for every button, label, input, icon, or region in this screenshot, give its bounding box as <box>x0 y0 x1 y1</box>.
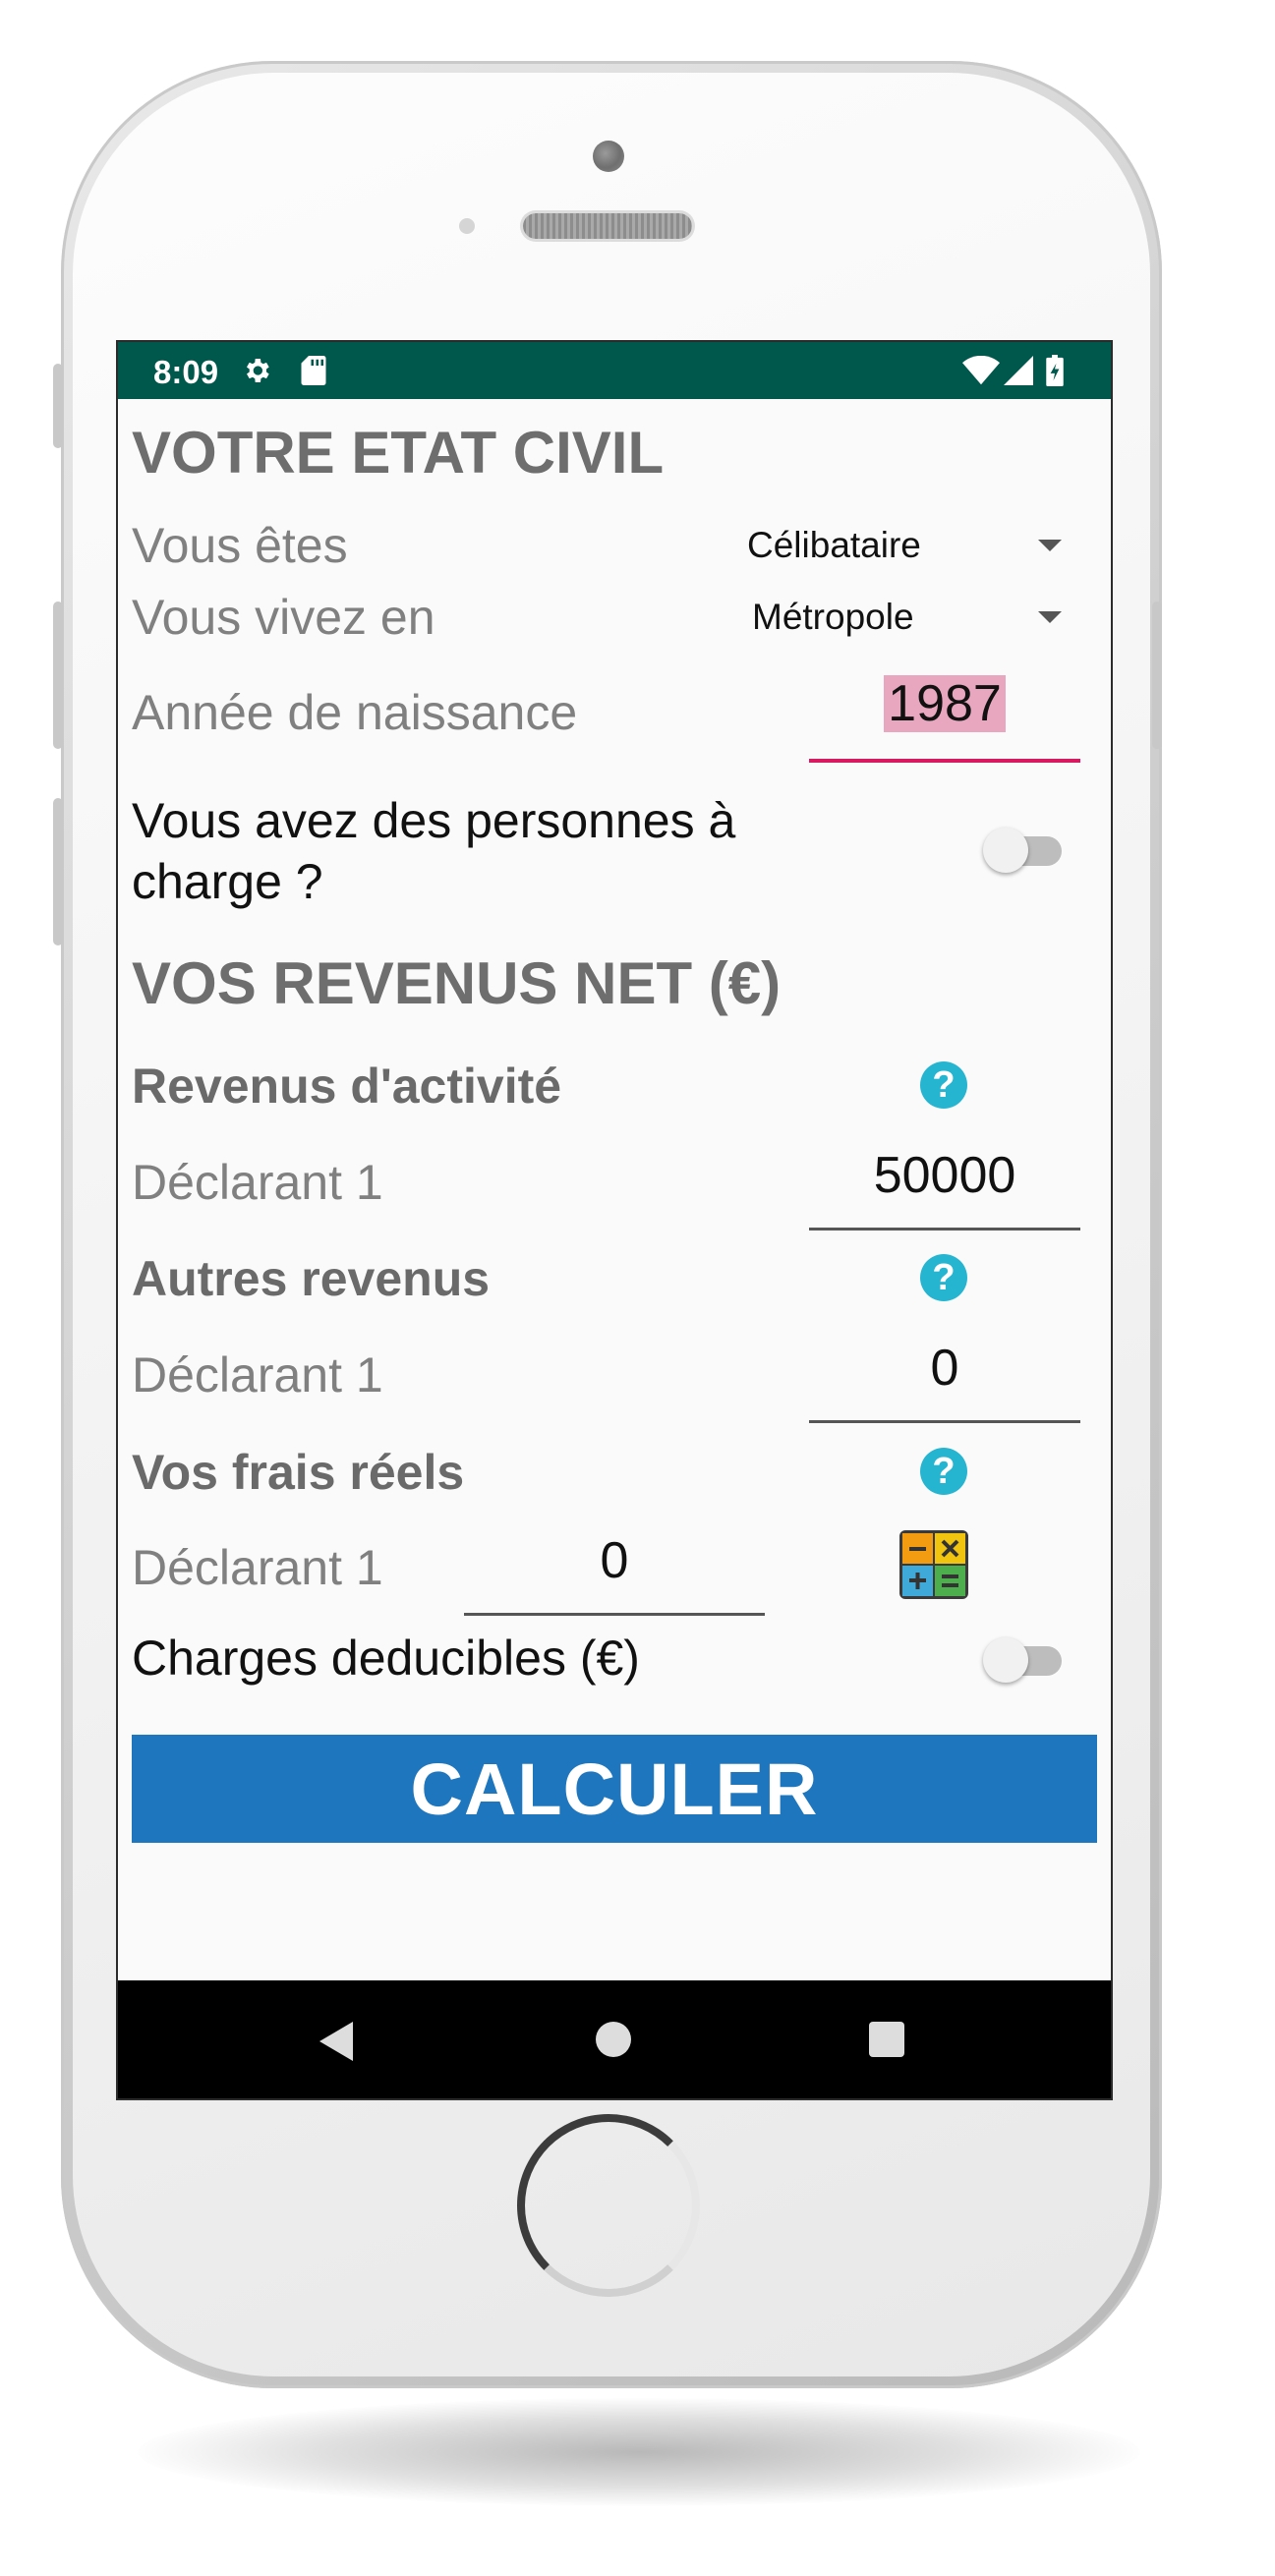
residence-label: Vous vivez en <box>132 590 435 645</box>
home-icon[interactable] <box>596 2022 631 2057</box>
navigation-bar <box>118 1980 1111 2098</box>
dependents-toggle[interactable] <box>983 824 1062 873</box>
dropdown-arrow-icon <box>1038 611 1062 623</box>
activity-revenue-label: Revenus d'activité <box>132 1059 562 1114</box>
situation-value: Célibataire <box>747 525 921 565</box>
other-revenue-label: Autres revenus <box>132 1251 491 1306</box>
birth-year-label: Année de naissance <box>132 685 578 740</box>
expenses-declarant-input[interactable]: 0 <box>464 1531 765 1616</box>
side-button-silent <box>53 364 63 448</box>
side-button-volume-up <box>53 601 63 749</box>
dropdown-arrow-icon <box>1038 540 1062 551</box>
etat-civil-title: VOTRE ETAT CIVIL <box>132 420 665 486</box>
other-declarant-label: Déclarant 1 <box>132 1347 383 1402</box>
dependents-label: Vous avez des personnes à charge ? <box>132 793 736 909</box>
toggle-thumb <box>983 1637 1028 1683</box>
status-bar: 8:09 <box>118 342 1111 399</box>
expenses-label: Vos frais réels <box>132 1445 465 1500</box>
calculator-icon[interactable] <box>898 1529 969 1600</box>
situation-label: Vous êtes <box>132 518 348 573</box>
phone-shadow <box>138 2398 1140 2506</box>
side-button-power <box>1152 601 1162 749</box>
status-time: 8:09 <box>153 354 219 390</box>
wifi-icon <box>961 354 1001 387</box>
expenses-declarant-label: Déclarant 1 <box>132 1540 383 1595</box>
sd-card-icon <box>297 354 330 387</box>
other-declarant-input[interactable]: 0 <box>809 1339 1080 1423</box>
signal-icon <box>1001 354 1036 387</box>
back-icon[interactable] <box>319 2022 353 2061</box>
residence-value: Métropole <box>752 597 914 637</box>
front-camera <box>593 141 624 172</box>
birth-year-input[interactable]: 1987 <box>809 674 1080 763</box>
revenus-title: VOS REVENUS NET (€) <box>132 950 782 1016</box>
residence-spinner[interactable]: Métropole <box>752 597 1062 638</box>
battery-icon <box>1042 354 1068 387</box>
help-other-icon[interactable]: ? <box>920 1254 967 1301</box>
help-activity-icon[interactable]: ? <box>920 1061 967 1109</box>
calculate-button[interactable]: CALCULER <box>132 1735 1097 1843</box>
home-button[interactable] <box>517 2114 700 2297</box>
earpiece-speaker <box>523 213 692 239</box>
help-expenses-icon[interactable]: ? <box>920 1448 967 1495</box>
deductible-label: Charges deducibles (€) <box>132 1631 640 1686</box>
gear-icon <box>240 354 273 387</box>
activity-declarant-input[interactable]: 50000 <box>809 1146 1080 1231</box>
side-button-volume-down <box>53 798 63 945</box>
proximity-sensor <box>459 218 475 234</box>
activity-declarant-label: Déclarant 1 <box>132 1155 383 1210</box>
deductible-toggle[interactable] <box>983 1633 1062 1683</box>
situation-spinner[interactable]: Célibataire <box>747 525 1062 566</box>
recent-apps-icon[interactable] <box>869 2022 904 2057</box>
toggle-thumb <box>983 828 1028 873</box>
birth-year-value: 1987 <box>884 675 1006 732</box>
app-screen: 8:09 VOTRE ETAT CIVIL Vous êtes Célibata… <box>116 340 1113 2100</box>
